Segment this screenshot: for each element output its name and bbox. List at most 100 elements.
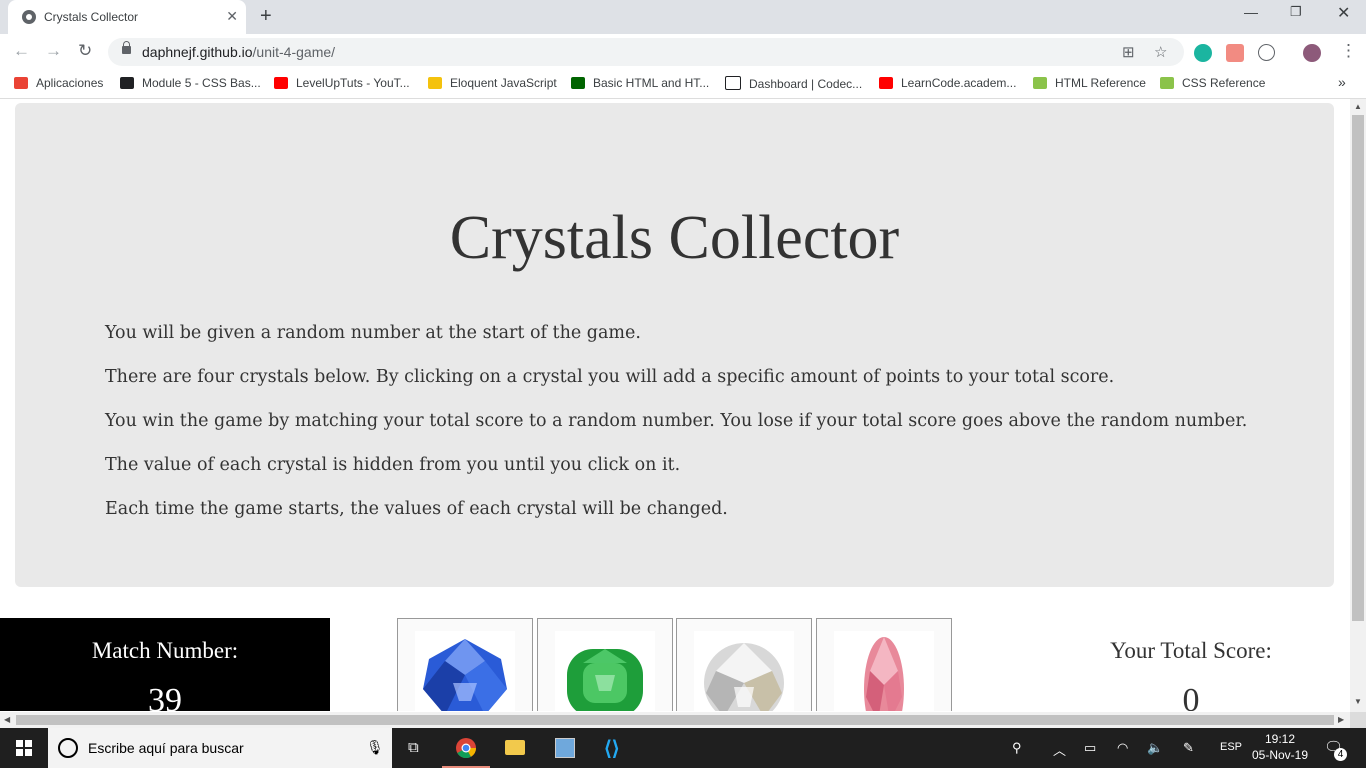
wifi-icon[interactable]: ◠: [1117, 740, 1128, 756]
address-bar[interactable]: daphnejf.github.io/unit-4-game/ ⊞ ☆: [108, 38, 1184, 66]
instruction-line: Each time the game starts, the values of…: [105, 499, 728, 519]
horizontal-scrollbar[interactable]: ◀ ▶: [0, 712, 1350, 728]
horizontal-scroll-thumb[interactable]: [16, 715, 1334, 725]
page-viewport: Crystals Collector You will be given a r…: [0, 99, 1350, 711]
page-title: Crystals Collector: [449, 204, 900, 272]
battery-icon[interactable]: ▭: [1084, 740, 1096, 756]
youtube-icon: [274, 77, 288, 89]
new-tab-button[interactable]: +: [260, 6, 272, 26]
cortana-icon: [58, 738, 78, 758]
green-crystal-image: [555, 631, 655, 711]
people-icon[interactable]: ⚲: [1012, 740, 1022, 756]
image-app-icon: [555, 738, 575, 758]
chrome-icon: [456, 738, 477, 759]
bookmark-module5[interactable]: Module 5 - CSS Bas...: [120, 76, 261, 90]
apps-grid-icon: [14, 77, 28, 89]
fcc-icon: [571, 77, 585, 89]
pen-workspace-icon[interactable]: ✎: [1183, 740, 1194, 756]
tab-strip: Crystals Collector ✕ + — ❐ ✕: [0, 0, 1366, 34]
input-language[interactable]: ESP: [1220, 741, 1242, 753]
scrollbar-corner: [1350, 712, 1366, 728]
extension-m-icon[interactable]: [1194, 44, 1212, 62]
url-text: daphnejf.github.io/unit-4-game/: [142, 44, 336, 60]
match-number-value: 39: [148, 682, 182, 711]
volume-icon[interactable]: 🔈: [1147, 740, 1163, 756]
start-button[interactable]: [0, 728, 48, 768]
bookmark-apps[interactable]: Aplicaciones: [14, 76, 103, 90]
menu-kebab-icon[interactable]: ⋮: [1340, 42, 1357, 60]
windows-logo-icon: [16, 740, 32, 756]
ejs-icon: [428, 77, 442, 89]
instruction-line: You will be given a random number at the…: [105, 323, 641, 343]
taskbar-search[interactable]: Escribe aquí para buscar 🎙: [48, 728, 392, 768]
tab-title: Crystals Collector: [44, 10, 139, 24]
instruction-line: There are four crystals below. By clicki…: [105, 367, 1115, 387]
chrome-taskbar-app[interactable]: [442, 728, 490, 768]
pink-crystal-image: [834, 631, 934, 711]
bookmarks-bar: Aplicaciones Module 5 - CSS Bas... Level…: [0, 70, 1366, 99]
reload-button[interactable]: ↻: [78, 42, 92, 60]
scroll-right-arrow-icon[interactable]: ▶: [1338, 715, 1344, 724]
bookmark-basic-html[interactable]: Basic HTML and HT...: [571, 76, 709, 90]
bookmark-html-reference[interactable]: HTML Reference: [1033, 76, 1146, 90]
task-view-icon: ⧉: [408, 739, 419, 756]
crystal-button-blue[interactable]: [397, 618, 533, 711]
vscode-taskbar-app[interactable]: ⟨⟩: [590, 728, 638, 768]
codecademy-icon: [725, 76, 741, 90]
blue-crystal-image: [415, 631, 515, 711]
tab-crystals-collector[interactable]: Crystals Collector ✕: [8, 0, 246, 34]
bookmark-codecademy[interactable]: Dashboard | Codec...: [725, 76, 862, 91]
youtube-icon: [879, 77, 893, 89]
total-score-value: 0: [1182, 682, 1200, 711]
file-explorer-taskbar-app[interactable]: [491, 728, 539, 768]
task-view-button[interactable]: ⧉: [392, 728, 440, 768]
photos-taskbar-app[interactable]: [540, 728, 588, 768]
reference-icon: [1160, 77, 1174, 89]
jumbotron: Crystals Collector You will be given a r…: [15, 103, 1334, 587]
bookmark-leveluptuts[interactable]: LevelUpTuts - YouT...: [274, 76, 410, 90]
bookmark-css-reference[interactable]: CSS Reference: [1160, 76, 1265, 90]
minimize-button[interactable]: —: [1244, 4, 1258, 20]
crystal-button-green[interactable]: [537, 618, 673, 711]
profile-avatar[interactable]: [1303, 44, 1321, 62]
translate-icon[interactable]: ⊞: [1122, 43, 1135, 61]
microphone-icon[interactable]: 🎙: [366, 739, 384, 756]
scroll-left-arrow-icon[interactable]: ◀: [4, 715, 10, 724]
scroll-down-arrow-icon[interactable]: ▼: [1354, 697, 1362, 706]
taskbar-search-placeholder: Escribe aquí para buscar: [88, 740, 244, 756]
back-button[interactable]: ←: [13, 42, 30, 60]
total-score-label: Your Total Score:: [1110, 638, 1272, 663]
restore-button[interactable]: ❐: [1290, 4, 1302, 20]
bookmark-eloquent-js[interactable]: Eloquent JavaScript: [428, 76, 557, 90]
crystal-button-white[interactable]: [676, 618, 812, 711]
scroll-up-arrow-icon[interactable]: ▲: [1354, 102, 1362, 111]
book-icon: [120, 77, 134, 89]
show-hidden-icons-icon[interactable]: ︿: [1053, 740, 1066, 759]
instruction-line: The value of each crystal is hidden from…: [105, 455, 681, 475]
clock-date: 05-Nov-19: [1251, 748, 1309, 762]
reference-icon: [1033, 77, 1047, 89]
match-number-label: Match Number:: [91, 638, 239, 663]
extension-arrow-icon[interactable]: [1226, 44, 1244, 62]
match-number-panel: Match Number: 39: [0, 618, 330, 711]
crystal-button-pink[interactable]: [816, 618, 952, 711]
bookmark-star-icon[interactable]: ☆: [1154, 43, 1167, 61]
extension-circle-icon[interactable]: [1258, 44, 1275, 61]
clock-time: 19:12: [1264, 732, 1296, 746]
vertical-scrollbar[interactable]: ▲ ▼: [1350, 99, 1366, 712]
vertical-scroll-thumb[interactable]: [1352, 115, 1364, 621]
vscode-icon: ⟨⟩: [604, 738, 620, 760]
lock-icon: [122, 41, 131, 54]
system-clock[interactable]: 19:12 05-Nov-19: [1245, 731, 1315, 763]
total-score-panel: Your Total Score: 0: [1060, 618, 1322, 711]
globe-icon: [22, 10, 36, 24]
more-bookmarks-icon[interactable]: »: [1338, 74, 1346, 90]
browser-toolbar: ← → ↻ daphnejf.github.io/unit-4-game/ ⊞ …: [0, 34, 1366, 70]
bookmark-learncode[interactable]: LearnCode.academ...: [879, 76, 1016, 90]
forward-button[interactable]: →: [45, 42, 62, 60]
close-window-button[interactable]: ✕: [1337, 3, 1350, 23]
instruction-line: You win the game by matching your total …: [105, 411, 1248, 431]
close-tab-icon[interactable]: ✕: [226, 8, 238, 24]
folder-icon: [505, 740, 525, 755]
notification-count-badge: 4: [1334, 748, 1347, 761]
